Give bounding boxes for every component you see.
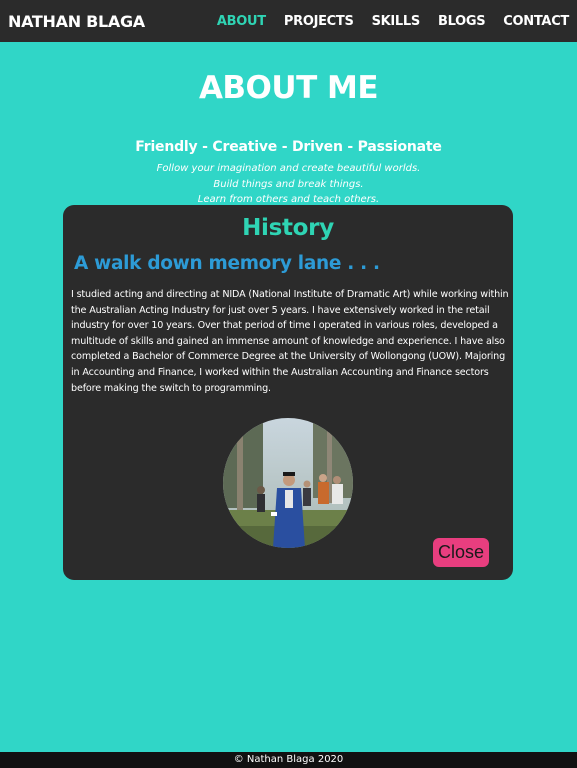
nav-link-projects[interactable]: PROJECTS [284,14,354,29]
tagline: Friendly - Creative - Driven - Passionat… [135,139,442,155]
profile-photo [223,418,353,548]
motto-line: Follow your imagination and create beaut… [156,163,421,174]
nav-links: ABOUT PROJECTS SKILLS BLOGS CONTACT [199,14,569,29]
brand-logo[interactable]: NATHAN BLAGA [8,12,145,31]
motto-line: Build things and break things. [213,179,364,190]
history-modal: History A walk down memory lane . . . I … [63,205,513,580]
nav-link-about[interactable]: ABOUT [217,14,266,29]
nav-link-contact[interactable]: CONTACT [503,14,569,29]
motto-line: Learn from others and teach others. [197,194,380,205]
close-button[interactable]: Close [433,538,489,567]
page-title: ABOUT ME [198,70,379,106]
modal-title: History [242,215,334,241]
graduation-photo-image [223,418,353,548]
nav-link-blogs[interactable]: BLOGS [438,14,486,29]
modal-body-text: I studied acting and directing at NIDA (… [71,289,509,394]
nav-link-skills[interactable]: SKILLS [372,14,421,29]
navbar: NATHAN BLAGA ABOUT PROJECTS SKILLS BLOGS… [0,0,577,42]
modal-subtitle: A walk down memory lane . . . [74,253,380,274]
footer: © Nathan Blaga 2020 [0,752,577,768]
